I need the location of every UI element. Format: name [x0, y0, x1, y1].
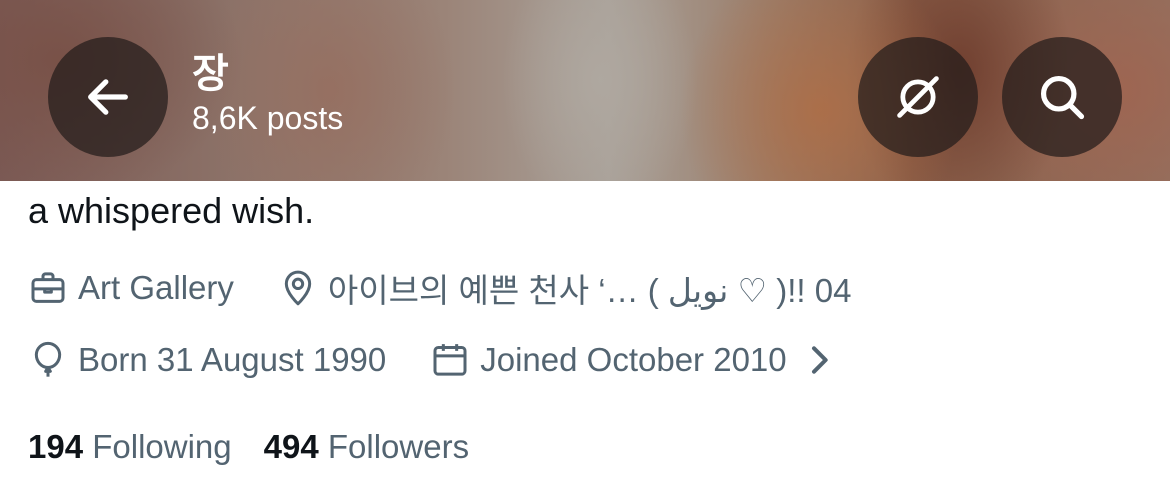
- location-label: 아이브의 예쁜 천사 ‘… ( نويل ♡ )!! 04: [327, 272, 852, 309]
- back-button[interactable]: [48, 37, 168, 157]
- following-count: 194: [28, 428, 84, 465]
- follow-stats: 194 Following 494 Followers: [28, 428, 501, 466]
- grok-button[interactable]: [858, 37, 978, 157]
- briefcase-icon: [31, 272, 65, 303]
- followers-count: 494: [263, 428, 319, 465]
- profile-category: Art Gallery: [28, 268, 234, 308]
- joined-label: Joined October 2010: [480, 341, 787, 378]
- profile-header-banner: 장 8,6K posts: [0, 0, 1170, 181]
- balloon-icon: [34, 341, 62, 377]
- profile-meta-row-2: Born 31 August 1990 Joined October 2010: [28, 340, 893, 380]
- chevron-right-icon: [811, 346, 828, 374]
- category-label: Art Gallery: [78, 269, 234, 306]
- profile-name: 장: [192, 52, 229, 96]
- search-button[interactable]: [1002, 37, 1122, 157]
- profile-joined[interactable]: Joined October 2010: [430, 340, 848, 380]
- profile-bio: a whispered wish.: [28, 190, 315, 231]
- calendar-icon: [433, 344, 467, 376]
- birthday-label: Born 31 August 1990: [78, 341, 387, 378]
- location-pin-icon: [284, 270, 312, 306]
- search-icon: [1040, 75, 1085, 120]
- grok-icon: [897, 76, 939, 118]
- profile-meta-row-1: Art Gallery 아이브의 예쁜 천사 ‘… ( نويل ♡ )!! 0…: [28, 264, 895, 312]
- following-label: Following: [92, 428, 232, 465]
- followers-link[interactable]: 494 Followers: [264, 428, 469, 466]
- post-count: 8,6K posts: [192, 100, 344, 136]
- followers-label: Followers: [327, 428, 470, 465]
- profile-birthday: Born 31 August 1990: [28, 340, 386, 380]
- following-link[interactable]: 194 Following: [28, 428, 232, 466]
- header-title-block: 장 8,6K posts: [192, 50, 343, 138]
- profile-location: 아이브의 예쁜 천사 ‘… ( نويل ♡ )!! 04: [278, 264, 852, 312]
- arrow-left-icon: [88, 79, 128, 115]
